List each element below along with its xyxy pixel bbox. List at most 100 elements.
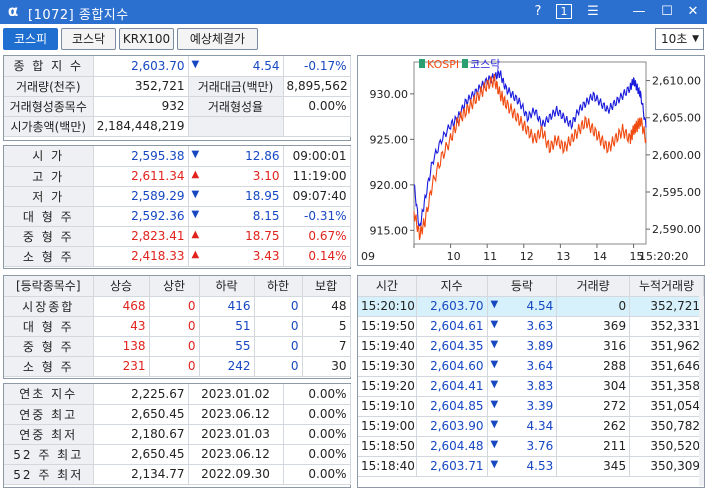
volume-value: 352,721: [93, 76, 189, 97]
price-row: 시 가 2,595.38 ▼ 12.86 09:00:01: [4, 146, 351, 167]
tick-index: 2,604.60: [416, 356, 488, 377]
price-row: 대 형 주 2,592.36 ▼ 8.15 -0.31%: [4, 206, 351, 227]
screen-number-icon[interactable]: 1: [556, 4, 572, 19]
breadth-row: 시장종합 468 0 416 0 48: [4, 296, 351, 317]
x-tick-label-end: 15:20:20: [639, 250, 688, 263]
tick-row[interactable]: 15:19:10 2,604.85 ▼ 3.39 272 351,054: [358, 396, 704, 417]
yearly-label: 52 주 최저: [4, 464, 94, 485]
change-value: 18.75: [245, 229, 280, 243]
traded-count-value: 932: [93, 96, 189, 117]
tick-row[interactable]: 15:18:50 2,604.48 ▼ 3.76 211 350,520: [358, 436, 704, 457]
close-icon[interactable]: ✕: [684, 3, 702, 21]
down-arrow-icon: ▼: [490, 439, 499, 450]
menu-icon[interactable]: ☰: [584, 3, 602, 21]
tick-row[interactable]: 15:19:30 2,604.60 ▼ 3.64 288 351,646: [358, 356, 704, 377]
tick-row[interactable]: 15:20:10 2,603.70 ▼ 4.54 0 352,721: [358, 296, 704, 317]
decline-count: 55: [199, 336, 255, 357]
yearly-label: 52 주 최고: [4, 444, 94, 465]
volume-label: 거래량(천주): [4, 76, 94, 97]
breadth-header-cell: 상승: [93, 276, 150, 297]
tick-volume: 262: [556, 416, 631, 437]
price-change: ▲ 18.75: [188, 226, 284, 247]
tick-change: ▼ 3.89: [487, 336, 558, 357]
price-row: 소 형 주 2,418.33 ▲ 3.43 0.14%: [4, 246, 351, 267]
tab-kospi[interactable]: 코스피: [3, 28, 58, 50]
tick-time: 15:18:40: [358, 456, 417, 477]
intraday-chart[interactable]: 09 10 11 12 13 14 15 15:20:20 930.00 925.00 920.00…: [357, 55, 705, 266]
yearly-panel: 연초 지수 2,225.67 2023.01.02 0.00% 연중 최고 2,650.4…: [3, 383, 351, 488]
change-value: 3.64: [526, 359, 554, 373]
breadth-header: [등락종목수] 상승 상한 하락 하한 보합: [4, 276, 351, 297]
tick-cumulative: 350,309: [629, 456, 704, 477]
change-value: 8.15: [252, 209, 280, 223]
maximize-icon[interactable]: ☐: [658, 3, 676, 21]
tick-row[interactable]: 15:19:00 2,603.90 ▼ 4.34 262 350,782: [358, 416, 704, 437]
limit-up-count: 0: [149, 356, 200, 377]
breadth-row: 대 형 주 43 0 51 0 5: [4, 316, 351, 337]
summary-panel: 종 합 지 수 2,603.70 ▼ 4.54 -0.17% 거래량(천주) 35…: [3, 55, 351, 141]
market-cap-value: 2,184,448,219: [93, 116, 189, 137]
decline-count: 51: [199, 316, 255, 337]
decline-count: 242: [199, 356, 255, 377]
tick-change: ▼ 3.83: [487, 376, 558, 397]
limit-down-count: 0: [254, 296, 303, 317]
summary-row-marketcap: 시가총액(백만) 2,184,448,219: [4, 116, 351, 137]
tick-row[interactable]: 15:19:50 2,604.61 ▼ 3.63 369 352,331: [358, 316, 704, 337]
tick-time: 15:19:00: [358, 416, 417, 437]
traded-rate-value: 0.00%: [283, 96, 351, 117]
summary-row-volume: 거래량(천주) 352,721 거래대금(백만) 8,895,562: [4, 76, 351, 97]
up-arrow-icon: ▲: [191, 169, 200, 180]
advance-count: 468: [93, 296, 150, 317]
change-value: 18.95: [245, 189, 280, 203]
tick-volume: 304: [556, 376, 631, 397]
tick-volume: 369: [556, 316, 631, 337]
price-extra: -0.31%: [283, 206, 351, 227]
legend-label: KOSPI: [427, 58, 459, 71]
down-arrow-icon: ▼: [490, 419, 499, 430]
yearly-date: 2023.01.02: [188, 384, 284, 405]
traded-count-label: 거래형성종목수: [4, 96, 94, 117]
tick-volume: 211: [556, 436, 631, 457]
tick-volume: 316: [556, 336, 631, 357]
tick-header-cell: 지수: [416, 276, 488, 297]
tick-row[interactable]: 15:19:20 2,604.41 ▼ 3.83 304 351,358: [358, 376, 704, 397]
tick-time: 15:18:50: [358, 436, 417, 457]
limit-down-count: 0: [254, 316, 303, 337]
tab-expected-price[interactable]: 예상체결가: [177, 28, 258, 50]
tick-row[interactable]: 15:19:40 2,604.35 ▼ 3.89 316 351,962: [358, 336, 704, 357]
price-label: 소 형 주: [4, 246, 94, 267]
tick-volume: 0: [556, 296, 631, 317]
summary-row-index: 종 합 지 수 2,603.70 ▼ 4.54 -0.17%: [4, 56, 351, 77]
interval-select[interactable]: 10초 ▼: [655, 28, 704, 50]
tick-header: 시간 지수 등락 거래량 누적거래량: [358, 276, 704, 297]
limit-up-count: 0: [149, 296, 200, 317]
breadth-label: 소 형 주: [4, 356, 94, 377]
price-extra: 09:00:01: [283, 146, 351, 167]
tick-time: 15:19:20: [358, 376, 417, 397]
up-arrow-icon: ▲: [191, 249, 200, 260]
minimize-icon[interactable]: —: [630, 3, 648, 21]
tick-time: 15:19:10: [358, 396, 417, 417]
scroll-indicator[interactable]: [699, 296, 704, 486]
change-value: 3.63: [526, 319, 554, 333]
down-arrow-icon: ▼: [490, 319, 499, 330]
down-arrow-icon: ▼: [191, 148, 200, 160]
change-value: 3.43: [252, 249, 280, 263]
tab-kosdaq[interactable]: 코스닥: [61, 28, 116, 50]
composite-index-change: ▼ 4.54: [188, 56, 284, 77]
price-extra: 11:19:00: [283, 166, 351, 187]
tab-krx100[interactable]: KRX100: [119, 28, 174, 50]
breadth-panel: [등락종목수] 상승 상한 하락 하한 보합 시장종합 468 0 416 0 48 대 형 주 43 0 5…: [3, 275, 351, 379]
breadth-header-cell: 하한: [254, 276, 303, 297]
price-label: 저 가: [4, 186, 94, 207]
breadth-label: 시장종합: [4, 296, 94, 317]
help-icon[interactable]: ?: [530, 3, 546, 21]
advance-count: 138: [93, 336, 150, 357]
price-value: 2,418.33: [93, 246, 189, 267]
tick-cumulative: 352,721: [629, 296, 704, 317]
tick-cumulative: 350,782: [629, 416, 704, 437]
tick-row[interactable]: 15:18:40 2,603.71 ▼ 4.53 345 350,309: [358, 456, 704, 477]
x-tick-label: 09: [361, 250, 375, 263]
price-value: 2,592.36: [93, 206, 189, 227]
tick-header-cell: 시간: [358, 276, 417, 297]
